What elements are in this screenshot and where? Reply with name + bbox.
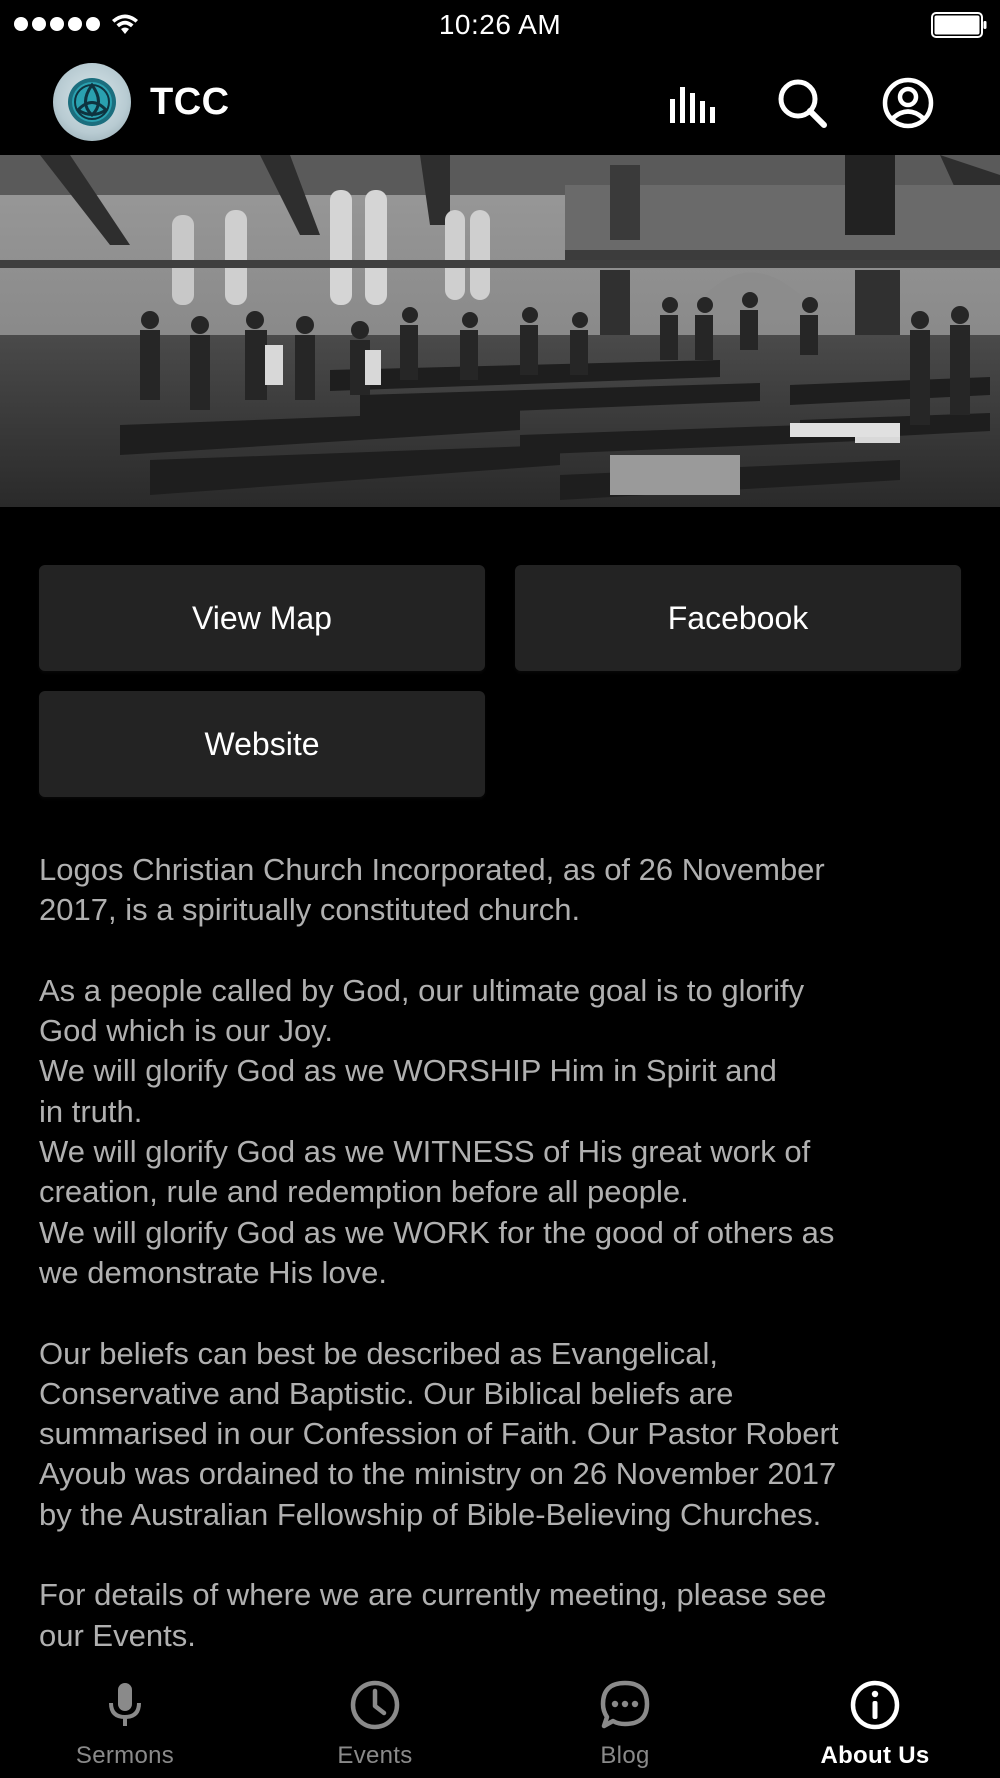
about-text: Logos Christian Church Incorporated, as … — [39, 850, 969, 1696]
about-paragraph: Logos Christian Church Incorporated, as … — [39, 852, 825, 928]
chat-bubble-icon — [599, 1679, 651, 1731]
tab-sermons[interactable]: Sermons — [0, 1662, 250, 1778]
tab-blog[interactable]: Blog — [500, 1662, 750, 1778]
facebook-button[interactable]: Facebook — [515, 565, 961, 671]
app-header: TCC — [0, 50, 1000, 155]
tab-label: About Us — [820, 1742, 930, 1769]
about-paragraph: As a people called by God, our ultimate … — [39, 972, 835, 1290]
tab-about-us[interactable]: About Us — [750, 1662, 1000, 1778]
tab-bar: Sermons Events Blog About Us — [0, 1662, 1000, 1778]
clock-icon — [349, 1679, 401, 1731]
tab-label: Blog — [600, 1742, 650, 1769]
tab-label: Sermons — [75, 1742, 175, 1769]
about-paragraph: For details of where we are currently me… — [39, 1577, 827, 1653]
battery-icon — [931, 12, 987, 38]
tab-label: Events — [337, 1742, 413, 1769]
microphone-icon — [99, 1679, 151, 1731]
church-logo — [53, 63, 131, 141]
view-map-button[interactable]: View Map — [39, 565, 485, 671]
account-icon[interactable] — [882, 77, 934, 129]
tab-events[interactable]: Events — [250, 1662, 500, 1778]
info-icon — [849, 1679, 901, 1731]
about-paragraph: Our beliefs can best be described as Eva… — [39, 1335, 839, 1532]
hero-photo — [0, 155, 1000, 507]
status-time: 10:26 AM — [438, 9, 562, 40]
website-button[interactable]: Website — [39, 691, 485, 797]
search-icon[interactable] — [776, 77, 828, 129]
equalizer-icon[interactable] — [668, 77, 720, 129]
app-title: TCC — [150, 81, 230, 123]
status-bar: 10:26 AM — [0, 0, 1000, 50]
